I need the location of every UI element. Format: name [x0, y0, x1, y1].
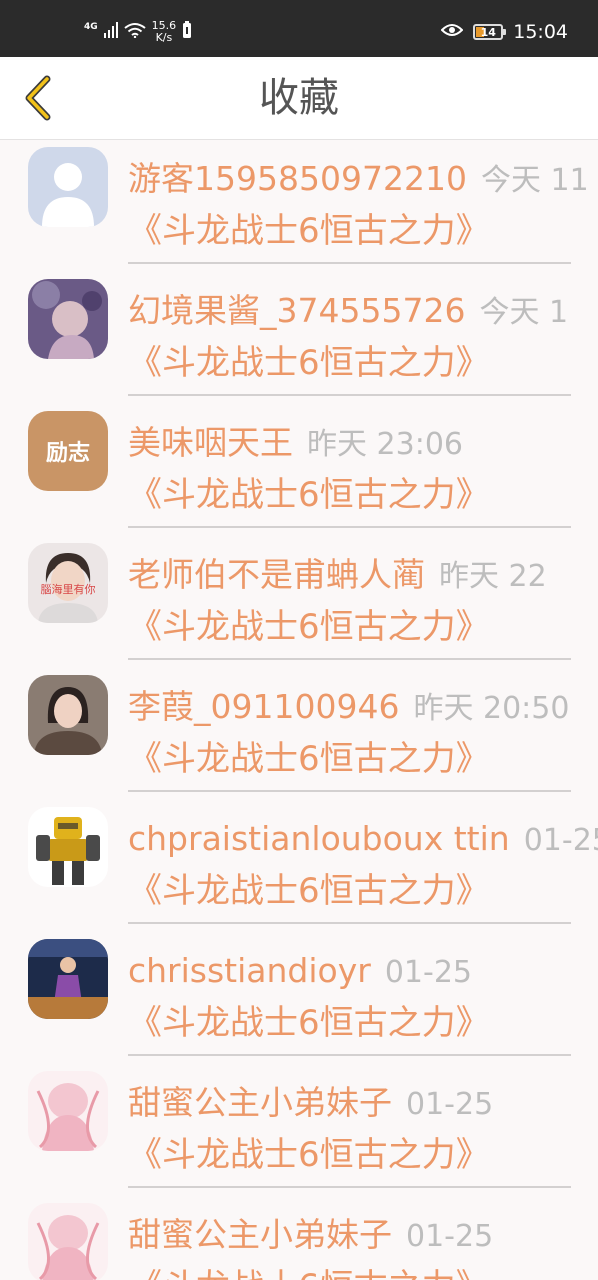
item-header: 甜蜜公主小弟妹子 01-25 — [128, 1213, 493, 1259]
item-header: 游客1595850972210 今天 11 — [128, 157, 589, 203]
item-header: chrisstiandioyr 01-25 — [128, 949, 472, 995]
item-title: 《斗龙战士6恒古之力》 — [128, 871, 490, 911]
avatar[interactable] — [28, 1203, 108, 1280]
user-name: chpraistianlouboux ttin — [128, 819, 510, 858]
network-type: 4G — [84, 22, 98, 32]
item-header: 美味咽天王 昨天 23:06 — [128, 421, 463, 467]
item-time: 今天 1 — [479, 295, 569, 330]
list-item[interactable]: 幻境果酱_374555726 今天 1 《斗龙战士6恒古之力》 — [0, 272, 598, 404]
user-name: chrisstiandioyr — [128, 951, 371, 990]
item-header: 幻境果酱_374555726 今天 1 — [128, 289, 568, 335]
status-right: 14 15:04 — [440, 18, 568, 46]
divider — [128, 790, 571, 792]
back-button[interactable] — [10, 69, 66, 127]
item-title: 《斗龙战士6恒古之力》 — [128, 1265, 490, 1280]
item-title: 《斗龙战士6恒古之力》 — [128, 343, 490, 383]
item-time: 昨天 20:50 — [413, 691, 570, 726]
avatar[interactable]: 励志 — [28, 411, 108, 491]
nav-bar: 收藏 — [0, 57, 598, 140]
battery-icon: 14 — [473, 24, 507, 40]
user-name: 甜蜜公主小弟妹子 — [128, 1083, 392, 1122]
avatar[interactable] — [28, 807, 108, 887]
status-left: 4G 15.6 K/s — [84, 18, 192, 46]
divider — [128, 1054, 571, 1056]
item-title: 《斗龙战士6恒古之力》 — [128, 211, 490, 251]
list-item[interactable]: chpraistianlouboux ttin 01-25 《斗龙战士6恒古之力》 — [0, 800, 598, 932]
signal-icon — [103, 22, 118, 42]
item-title: 《斗龙战士6恒古之力》 — [128, 739, 490, 779]
favorites-list: 游客1595850972210 今天 11 《斗龙战士6恒古之力》 幻境果酱_37… — [0, 140, 598, 1280]
eye-icon — [440, 22, 464, 42]
divider — [128, 394, 571, 396]
divider — [128, 1186, 571, 1188]
status-bar: 4G 15.6 K/s 14 15:04 — [0, 0, 598, 57]
avatar[interactable] — [28, 939, 108, 1019]
avatar[interactable] — [28, 147, 108, 227]
user-name: 甜蜜公主小弟妹子 — [128, 1215, 392, 1254]
item-time: 昨天 22 — [439, 559, 547, 594]
list-item[interactable]: 游客1595850972210 今天 11 《斗龙战士6恒古之力》 — [0, 140, 598, 272]
user-name: 游客1595850972210 — [128, 159, 467, 198]
battery-level: 14 — [480, 25, 496, 39]
wifi-icon — [124, 22, 146, 42]
avatar[interactable] — [28, 279, 108, 359]
item-title: 《斗龙战士6恒古之力》 — [128, 475, 490, 515]
battery-saver-icon — [182, 21, 192, 43]
avatar-text: 励志 — [28, 411, 108, 491]
list-item[interactable]: 腦海里有你 老师伯不是甫蚺人蔺 昨天 22 《斗龙战士6恒古之力》 — [0, 536, 598, 668]
page-title: 收藏 — [259, 75, 339, 121]
item-time: 昨天 23:06 — [307, 427, 463, 462]
list-item[interactable]: 励志 美味咽天王 昨天 23:06 《斗龙战士6恒古之力》 — [0, 404, 598, 536]
divider — [128, 922, 571, 924]
avatar[interactable] — [28, 675, 108, 755]
divider — [128, 526, 571, 528]
network-speed: 15.6 K/s — [152, 20, 177, 44]
list-item[interactable]: 李葭_091100946 昨天 20:50 《斗龙战士6恒古之力》 — [0, 668, 598, 800]
divider — [128, 658, 571, 660]
item-title: 《斗龙战士6恒古之力》 — [128, 1003, 490, 1043]
user-name: 李葭_091100946 — [128, 687, 400, 726]
item-time: 01-25 — [406, 1087, 494, 1122]
list-item[interactable]: 甜蜜公主小弟妹子 01-25 《斗龙战士6恒古之力》 — [0, 1196, 598, 1280]
item-header: 李葭_091100946 昨天 20:50 — [128, 685, 569, 731]
user-name: 美味咽天王 — [128, 423, 293, 462]
item-time: 01-25 — [406, 1219, 494, 1254]
avatar[interactable] — [28, 1071, 108, 1151]
chevron-left-icon — [25, 75, 51, 121]
item-header: 甜蜜公主小弟妹子 01-25 — [128, 1081, 493, 1127]
speed-unit: K/s — [155, 31, 173, 44]
item-time: 今天 11 — [480, 163, 589, 198]
user-name: 幻境果酱_374555726 — [128, 291, 466, 330]
user-name: 老师伯不是甫蚺人蔺 — [128, 555, 425, 594]
item-title: 《斗龙战士6恒古之力》 — [128, 607, 490, 647]
item-title: 《斗龙战士6恒古之力》 — [128, 1135, 490, 1175]
item-time: 01-25 — [523, 823, 598, 858]
item-time: 01-25 — [384, 955, 473, 990]
item-header: 老师伯不是甫蚺人蔺 昨天 22 — [128, 553, 547, 599]
avatar[interactable]: 腦海里有你 — [28, 543, 108, 623]
item-header: chpraistianlouboux ttin 01-25 — [128, 817, 598, 863]
avatar-caption: 腦海里有你 — [41, 582, 96, 596]
clock: 15:04 — [513, 21, 568, 43]
list-item[interactable]: chrisstiandioyr 01-25 《斗龙战士6恒古之力》 — [0, 932, 598, 1064]
divider — [128, 262, 571, 264]
list-item[interactable]: 甜蜜公主小弟妹子 01-25 《斗龙战士6恒古之力》 — [0, 1064, 598, 1196]
